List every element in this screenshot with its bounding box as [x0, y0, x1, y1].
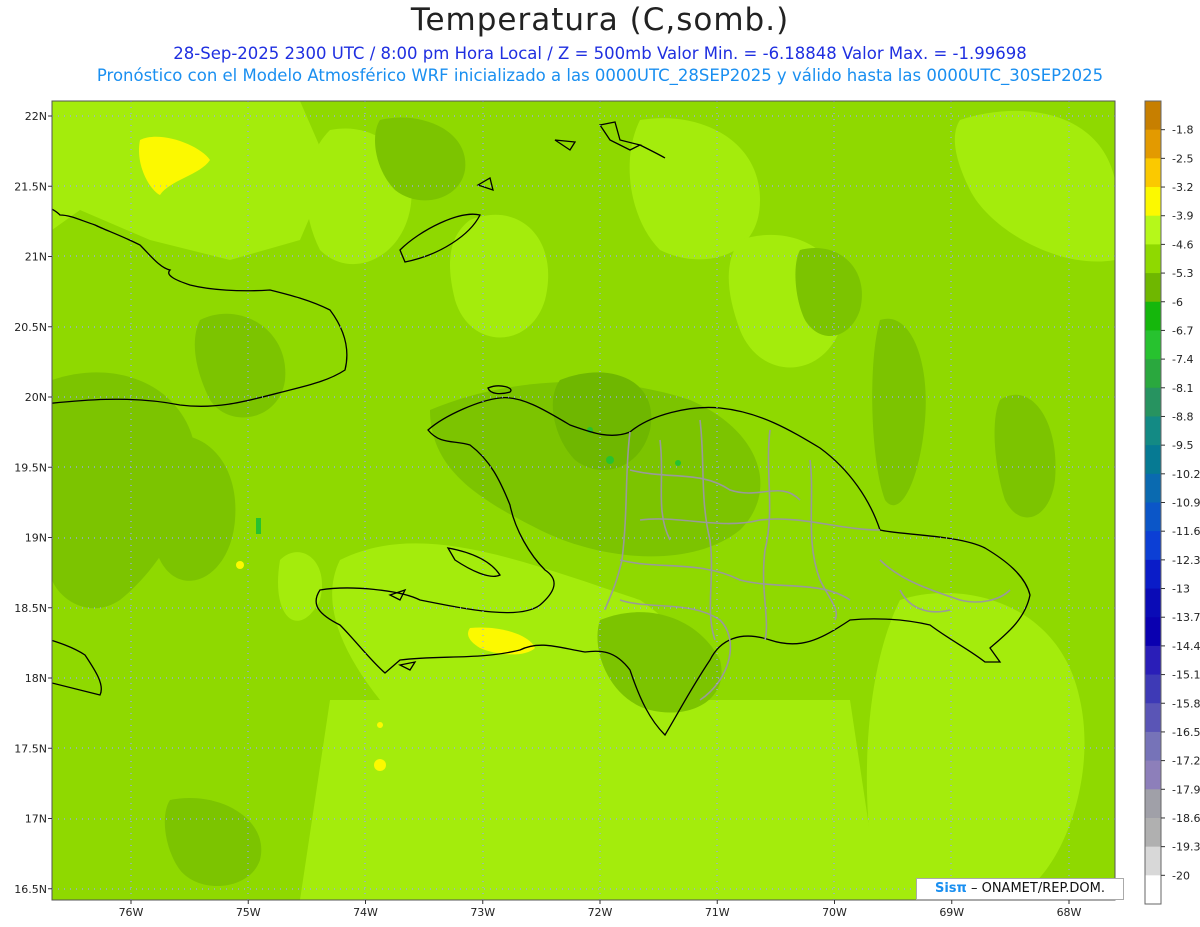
- legend-swatch: [1145, 502, 1161, 532]
- lat-label: 19N: [25, 532, 47, 545]
- lon-label: 74W: [353, 906, 378, 919]
- legend-swatch: [1145, 588, 1161, 618]
- legend-label: -6.7: [1172, 324, 1193, 337]
- lon-label: 69W: [939, 906, 964, 919]
- legend-label: -7.4: [1172, 353, 1193, 366]
- legend-swatch: [1145, 789, 1161, 819]
- lat-label: 16.5N: [14, 883, 47, 896]
- legend-swatch: [1145, 330, 1161, 360]
- lon-label: 71W: [705, 906, 730, 919]
- legend-swatch: [1145, 846, 1161, 876]
- legend-swatch: [1145, 674, 1161, 704]
- legend-label: -13.7: [1172, 611, 1200, 624]
- lat-label: 17N: [25, 813, 47, 826]
- legend-label: -4.6: [1172, 238, 1193, 251]
- lon-label: 70W: [822, 906, 847, 919]
- legend-swatch: [1145, 731, 1161, 762]
- legend-label: -5.3: [1172, 267, 1193, 280]
- lat-label: 18.5N: [14, 602, 47, 615]
- legend-label: -17.2: [1172, 755, 1200, 768]
- lat-label: 21N: [25, 251, 47, 264]
- legend-swatch: [1145, 703, 1161, 733]
- legend-swatch: [1145, 559, 1161, 590]
- legend-label: -8.8: [1172, 410, 1193, 423]
- legend-label: -15.1: [1172, 669, 1200, 682]
- legend-swatch: [1145, 158, 1161, 188]
- legend-swatch: [1145, 187, 1161, 217]
- color-legend: -1.8 -2.5 -3.2 -3.9 -4.6 -5.3 -6 -6.7 -7.4 -8.1 -8…: [1144, 100, 1200, 905]
- legend-label: -13: [1172, 583, 1190, 596]
- legend-label: -6: [1172, 296, 1183, 309]
- legend-swatch: [1145, 215, 1161, 245]
- legend-swatch: [1145, 244, 1161, 274]
- legend-swatch: [1145, 531, 1161, 561]
- legend-label: -9.5: [1172, 439, 1193, 452]
- temperature-map: 22N 21.5N 21N 20.5N 20N 19.5N 19N 18.5N 18N 17.5N…: [14, 100, 1200, 919]
- legend-label: -3.2: [1172, 181, 1193, 194]
- legend-swatch: [1145, 273, 1161, 303]
- longitude-labels: 76W 75W 74W 73W 72W 71W 70W 69W 68W: [119, 900, 1082, 919]
- legend-label: -20: [1172, 869, 1190, 882]
- legend-label: -18.6: [1172, 812, 1200, 825]
- legend-label: -16.5: [1172, 726, 1200, 739]
- lat-label: 19.5N: [14, 461, 47, 474]
- legend-label: -2.5: [1172, 152, 1193, 165]
- legend-swatch: [1145, 129, 1161, 159]
- lon-label: 75W: [236, 906, 261, 919]
- legend-swatch: [1145, 359, 1161, 389]
- legend-swatch: [1145, 416, 1161, 446]
- lat-label: 22N: [25, 110, 47, 123]
- legend-swatch: [1145, 875, 1161, 905]
- lat-label: 17.5N: [14, 742, 47, 755]
- legend-label: -14.4: [1172, 640, 1200, 653]
- legend-swatch: [1145, 445, 1161, 475]
- legend-swatch: [1145, 817, 1161, 848]
- lat-label: 20N: [25, 391, 47, 404]
- legend-swatch: [1145, 645, 1161, 676]
- lat-label: 21.5N: [14, 180, 47, 193]
- legend-label: -10.9: [1172, 497, 1200, 510]
- legend-label: -3.9: [1172, 210, 1193, 223]
- lon-label: 72W: [588, 906, 613, 919]
- legend-swatch: [1145, 301, 1161, 331]
- legend-label: -8.1: [1172, 382, 1193, 395]
- credit-box: Sisπ – ONAMET/REP.DOM.: [916, 878, 1124, 900]
- legend-label: -11.6: [1172, 525, 1200, 538]
- credit-text: – ONAMET/REP.DOM.: [970, 881, 1105, 896]
- lon-label: 73W: [470, 906, 495, 919]
- sispi-logo: Sisπ: [934, 881, 967, 896]
- legend-swatch: [1145, 473, 1161, 503]
- lon-label: 76W: [119, 906, 144, 919]
- legend-label: -15.8: [1172, 697, 1200, 710]
- legend-label: -17.9: [1172, 783, 1200, 796]
- legend-label: -1.8: [1172, 124, 1193, 137]
- legend-swatch: [1145, 101, 1161, 131]
- legend-label: -12.3: [1172, 554, 1200, 567]
- legend-label: -10.2: [1172, 468, 1200, 481]
- legend-label: -19.3: [1172, 841, 1200, 854]
- lat-label: 20.5N: [14, 321, 47, 334]
- legend-swatch: [1145, 387, 1161, 417]
- legend-swatch: [1145, 617, 1161, 647]
- latitude-labels: 22N 21.5N 21N 20.5N 20N 19.5N 19N 18.5N 18N 17.5N…: [14, 110, 52, 896]
- lon-label: 68W: [1057, 906, 1082, 919]
- legend-swatch: [1145, 760, 1161, 790]
- lat-label: 18N: [25, 672, 47, 685]
